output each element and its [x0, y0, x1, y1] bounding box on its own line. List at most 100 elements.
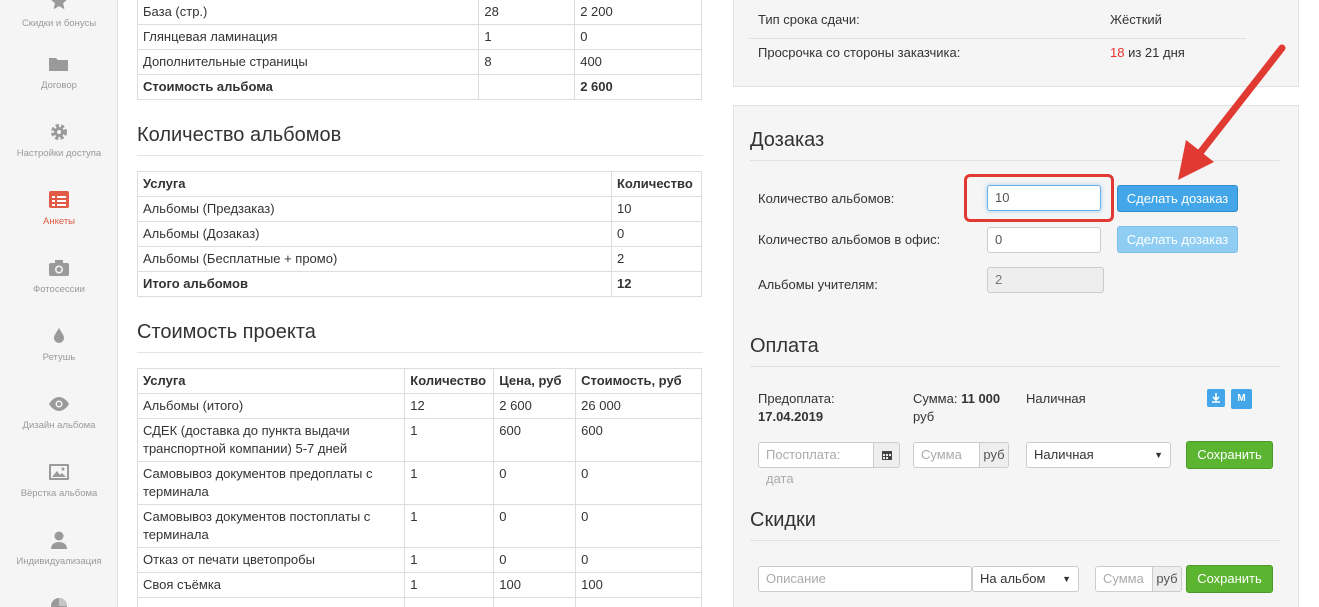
- sidebar-item-label: Фотосессии: [33, 284, 85, 295]
- table-row: Альбомы (Бесплатные + промо) 2: [137, 246, 702, 272]
- column-header: Количество: [404, 368, 495, 394]
- currency-addon: руб: [1152, 566, 1182, 592]
- sidebar-item-album-layout[interactable]: Вёрстка альбома: [0, 462, 118, 499]
- sidebar-item-label: Индивидуализация: [16, 556, 102, 567]
- table-cell: Самовывоз документов постоплаты с термин…: [136, 504, 406, 548]
- table-cell: 0: [493, 504, 577, 548]
- sum-placeholder: Сумма: [1103, 571, 1144, 586]
- form-list-icon: [49, 191, 69, 208]
- table-row: Отказ от печати цветопробы 1 0 0: [136, 547, 702, 573]
- table-row: Самовывоз документов предоплаты с термин…: [136, 461, 702, 505]
- table-cell: 400: [574, 49, 702, 75]
- table-cell: Отказ от печати цветопробы: [136, 547, 406, 573]
- teacher-albums-input: 2: [987, 267, 1104, 293]
- table-row: Альбомы (итого) 12 2 600 26 000: [136, 393, 702, 419]
- albums-count-input[interactable]: 10: [987, 185, 1101, 211]
- download-button[interactable]: [1207, 389, 1225, 407]
- table-cell: 0: [611, 221, 702, 247]
- sum-label: Сумма:: [913, 391, 958, 406]
- table-cell: 0: [575, 547, 702, 573]
- table-cell: СДЕК (доставка до пункта выдачи транспор…: [136, 418, 406, 462]
- delay-days: 18: [1110, 45, 1125, 60]
- teacher-albums-label: Альбомы учителям:: [758, 277, 878, 292]
- user-icon: [51, 531, 67, 549]
- calendar-button[interactable]: [873, 442, 900, 468]
- table-cell: 600: [575, 418, 702, 462]
- table-total-row: Итого альбомов 12: [137, 271, 702, 297]
- save-payment-button[interactable]: Сохранить: [1186, 441, 1273, 469]
- table-cell: 1: [404, 418, 495, 462]
- payment-method-select[interactable]: Наличная ▼: [1026, 442, 1171, 468]
- discount-description-input[interactable]: Описание: [758, 566, 972, 592]
- column-header: Количество: [611, 171, 702, 197]
- sidebar-item-label: Вёрстка альбома: [20, 488, 98, 499]
- folder-icon: [49, 58, 68, 71]
- table-cell: Стоимость альбома: [136, 74, 480, 100]
- table-cell: [136, 597, 406, 607]
- table-cell: 0: [493, 547, 577, 573]
- column-header: Стоимость, руб: [575, 368, 702, 394]
- sidebar-item-album-design[interactable]: Дизайн альбома: [0, 394, 118, 431]
- m-button[interactable]: М: [1231, 389, 1252, 409]
- postpay-placeholder: Постоплата: дата: [766, 447, 841, 486]
- table-cell: [478, 74, 576, 100]
- table-cell: 2: [611, 246, 702, 272]
- select-value: На альбом: [980, 571, 1046, 586]
- table-cell: 1: [478, 24, 576, 50]
- table-cell: Дополнительные страницы: [136, 49, 480, 75]
- office-albums-label: Количество альбомов в офис:: [758, 232, 941, 247]
- sidebar-item-access[interactable]: Настройки доступа: [0, 122, 118, 159]
- discount-sum-input[interactable]: Сумма: [1095, 566, 1153, 592]
- postpay-date-input[interactable]: Постоплата: дата: [758, 442, 874, 486]
- sidebar-item-photosessions[interactable]: Фотосессии: [0, 258, 118, 295]
- pie-chart-icon: [51, 598, 67, 607]
- table-cell: 12: [404, 393, 495, 419]
- table-cell: Альбомы (Предзаказ): [137, 196, 612, 222]
- table-row: Дополнительные страницы 8 400: [136, 49, 702, 75]
- currency-addon: руб: [979, 442, 1009, 468]
- sidebar-item-label: Настройки доступа: [16, 148, 102, 159]
- save-discount-button[interactable]: Сохранить: [1186, 565, 1273, 593]
- table-cell: 1: [404, 461, 495, 505]
- discount-target-select[interactable]: На альбом ▼: [972, 566, 1079, 592]
- office-albums-input[interactable]: 0: [987, 227, 1101, 253]
- sidebar-item-contract[interactable]: Договор: [0, 54, 118, 91]
- sidebar-item-label: Дизайн альбома: [22, 420, 96, 431]
- sidebar-item-personalization[interactable]: Индивидуализация: [0, 530, 118, 567]
- table-cell: [404, 597, 495, 607]
- sidebar-item-discounts[interactable]: Скидки и бонусы: [0, 0, 118, 29]
- table-cell: Альбомы (Дозаказ): [137, 221, 612, 247]
- sidebar-item-stats[interactable]: [0, 596, 118, 607]
- office-reorder-button[interactable]: Сделать дозаказ: [1117, 226, 1238, 253]
- prepayment-sum: Сумма: 11 000: [913, 391, 1000, 406]
- table-row: Альбомы (Дозаказ) 0: [137, 221, 702, 247]
- chevron-down-icon: ▼: [1062, 574, 1071, 584]
- table-cell: 10: [611, 196, 702, 222]
- postpay-sum-input[interactable]: Сумма: [913, 442, 980, 468]
- sidebar-item-forms[interactable]: Анкеты: [0, 190, 118, 227]
- description-placeholder: Описание: [766, 571, 826, 586]
- table-cell: 2 200: [574, 0, 702, 25]
- prepayment-date: 17.04.2019: [758, 409, 824, 424]
- prepayment-label: Предоплата:: [758, 391, 835, 406]
- eye-icon: [49, 397, 69, 411]
- table-header-row: Услуга Количество Цена, руб Стоимость, р…: [136, 368, 702, 394]
- picture-icon: [49, 464, 69, 480]
- deadline-type-value: Жёсткий: [1110, 12, 1162, 27]
- table-cell: 0: [575, 504, 702, 548]
- chevron-down-icon: ▼: [1154, 450, 1163, 460]
- table-cell: 0: [575, 461, 702, 505]
- column-header: Услуга: [137, 171, 612, 197]
- table-cell: 1: [404, 547, 495, 573]
- table-cell: 0: [493, 461, 577, 505]
- sum-value: 11 000: [961, 391, 1001, 406]
- sum-unit: руб: [913, 409, 935, 424]
- table-cell: 100: [493, 572, 577, 598]
- star-icon: [51, 0, 67, 10]
- download-icon: [1212, 393, 1220, 403]
- camera-icon: [49, 260, 69, 276]
- sidebar-item-retouch[interactable]: Ретушь: [0, 326, 118, 363]
- table-cell: 2 600: [493, 393, 577, 419]
- payment-method: Наличная: [1026, 391, 1086, 406]
- table-cell: Самовывоз документов предоплаты с термин…: [136, 461, 406, 505]
